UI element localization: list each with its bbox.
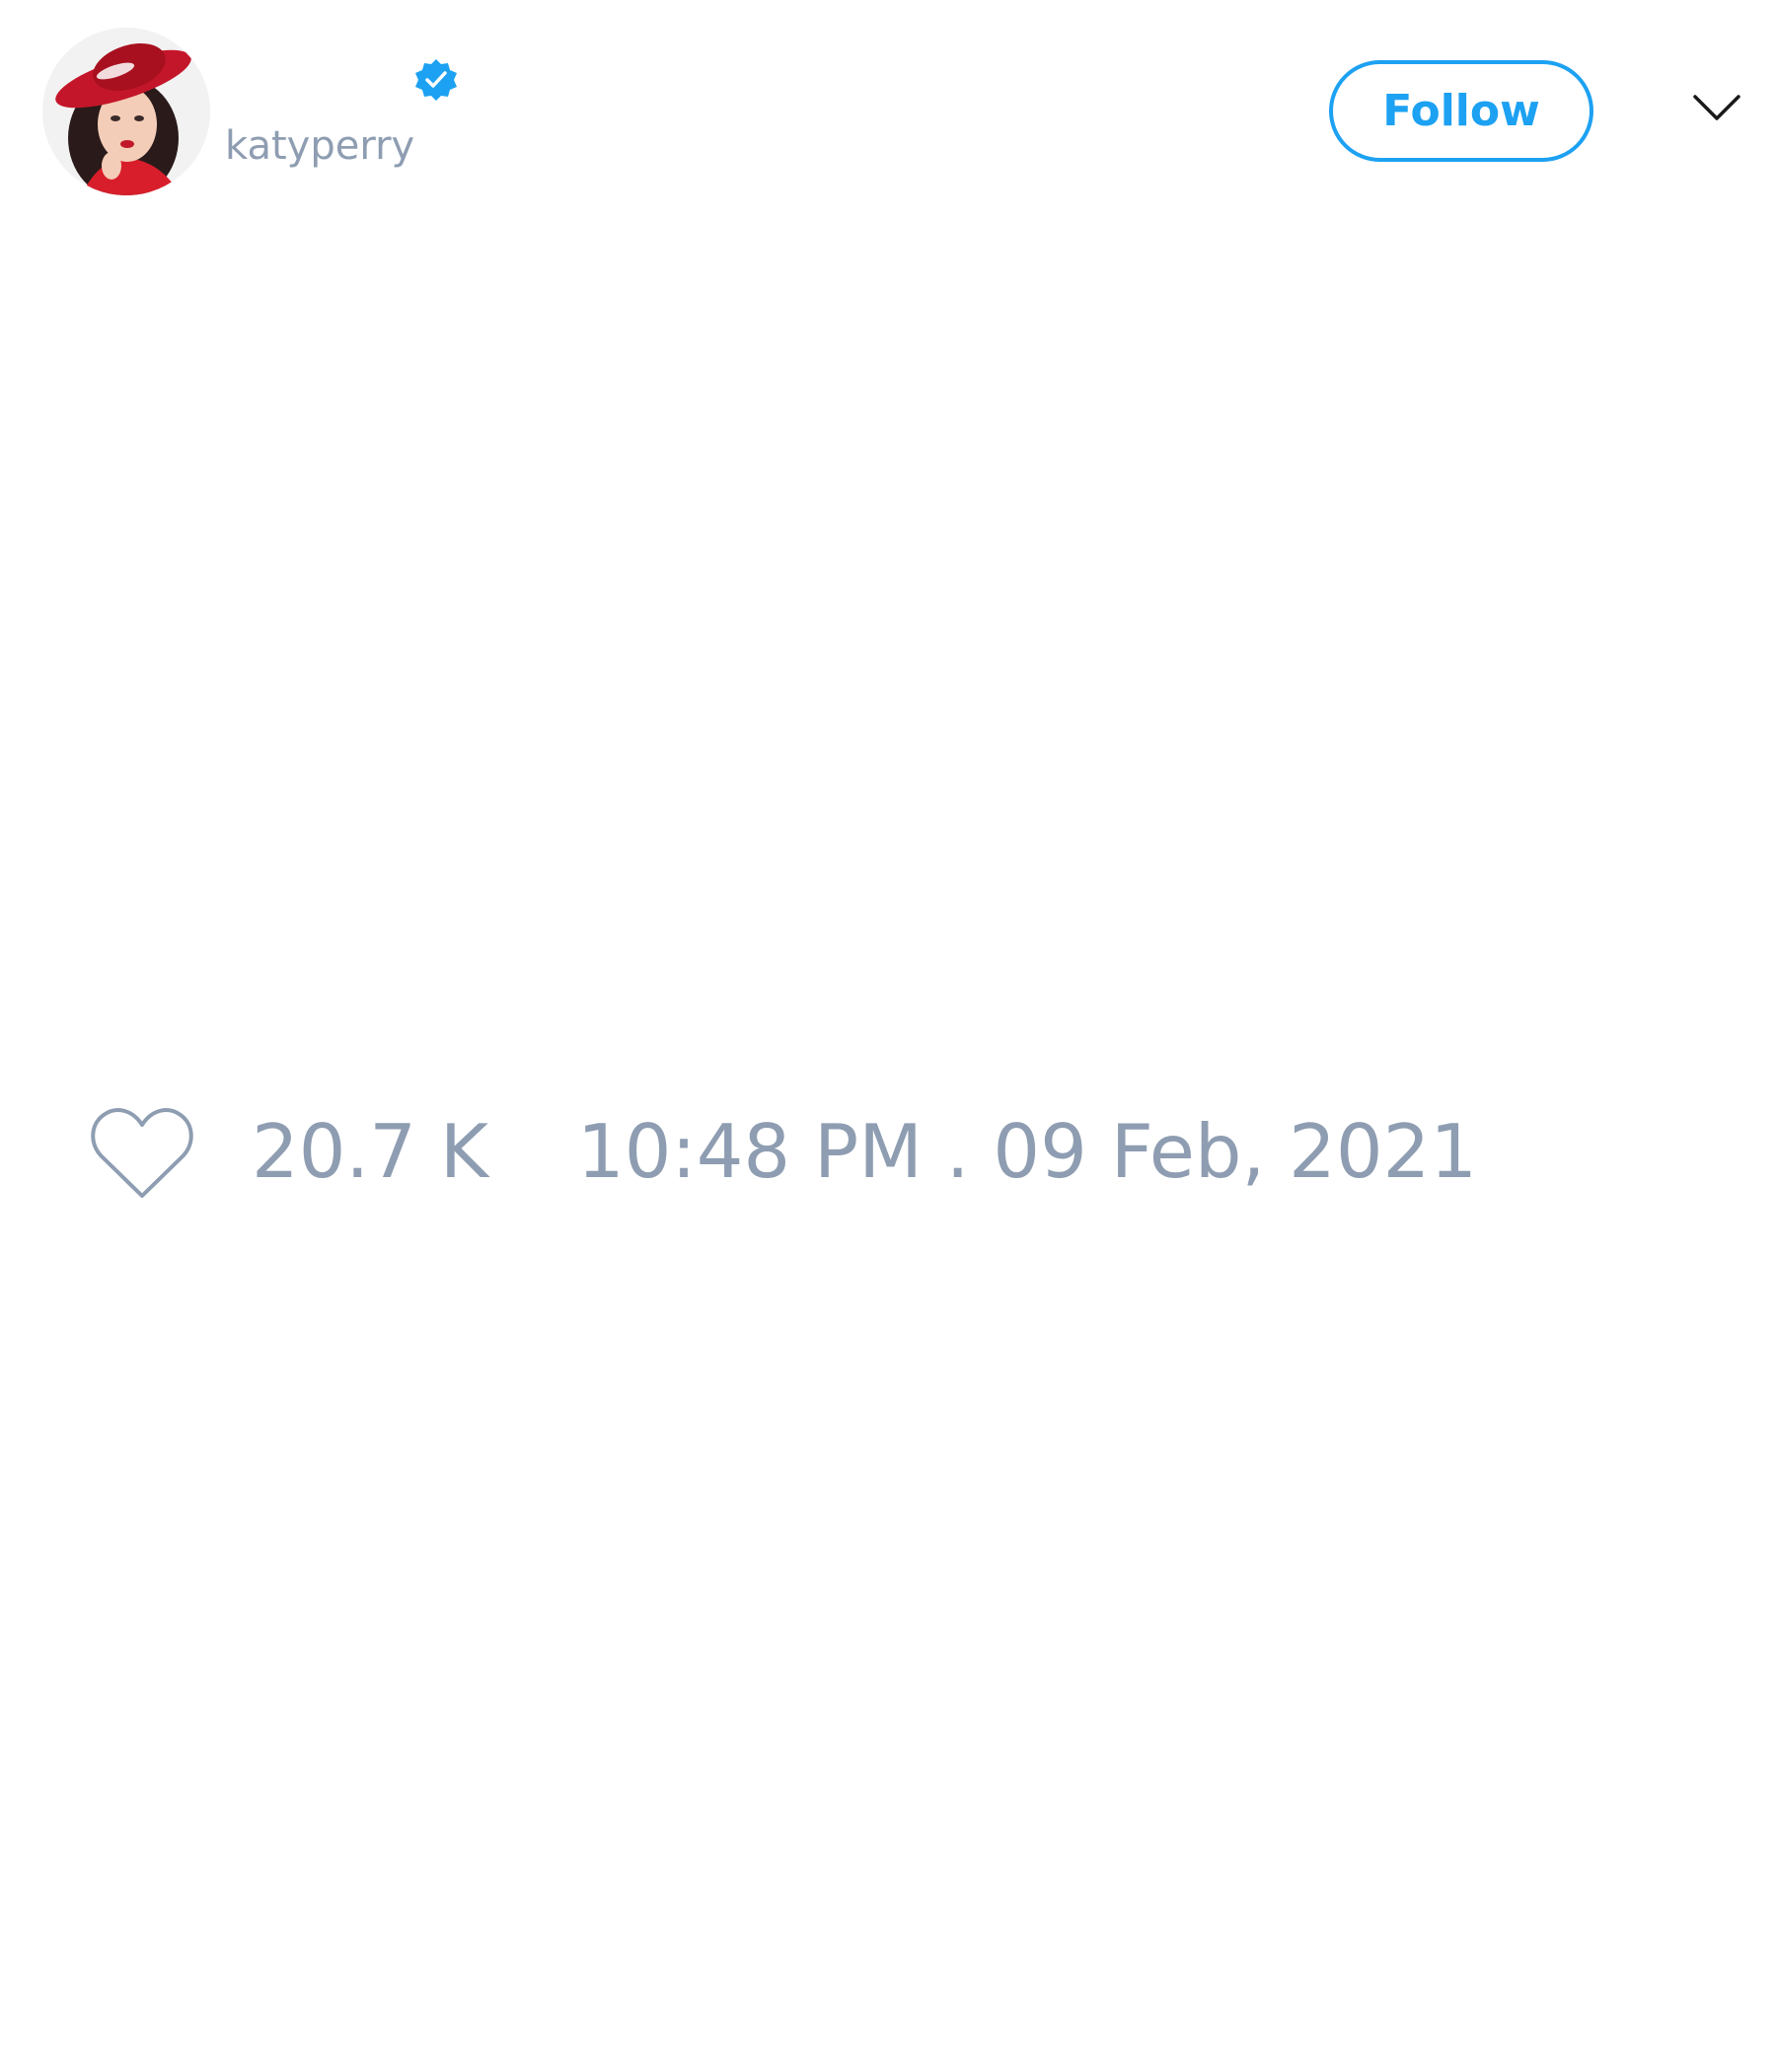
author-handle[interactable]: katyperry bbox=[225, 126, 414, 166]
like-count: 20.7 K bbox=[252, 1108, 489, 1195]
chevron-down-icon[interactable] bbox=[1692, 91, 1741, 126]
follow-button[interactable]: Follow bbox=[1329, 60, 1593, 162]
verified-badge-icon bbox=[415, 59, 457, 101]
avatar[interactable] bbox=[42, 28, 210, 195]
tweet-timestamp[interactable]: 10:48 PM . 09 Feb, 2021 bbox=[577, 1115, 1477, 1189]
profile-photo-icon bbox=[42, 28, 210, 195]
tweet-card: katyperry Follow 20.7 K 10:48 PM . 09 Fe… bbox=[0, 0, 1776, 2072]
heart-outline-icon[interactable] bbox=[88, 1105, 196, 1204]
